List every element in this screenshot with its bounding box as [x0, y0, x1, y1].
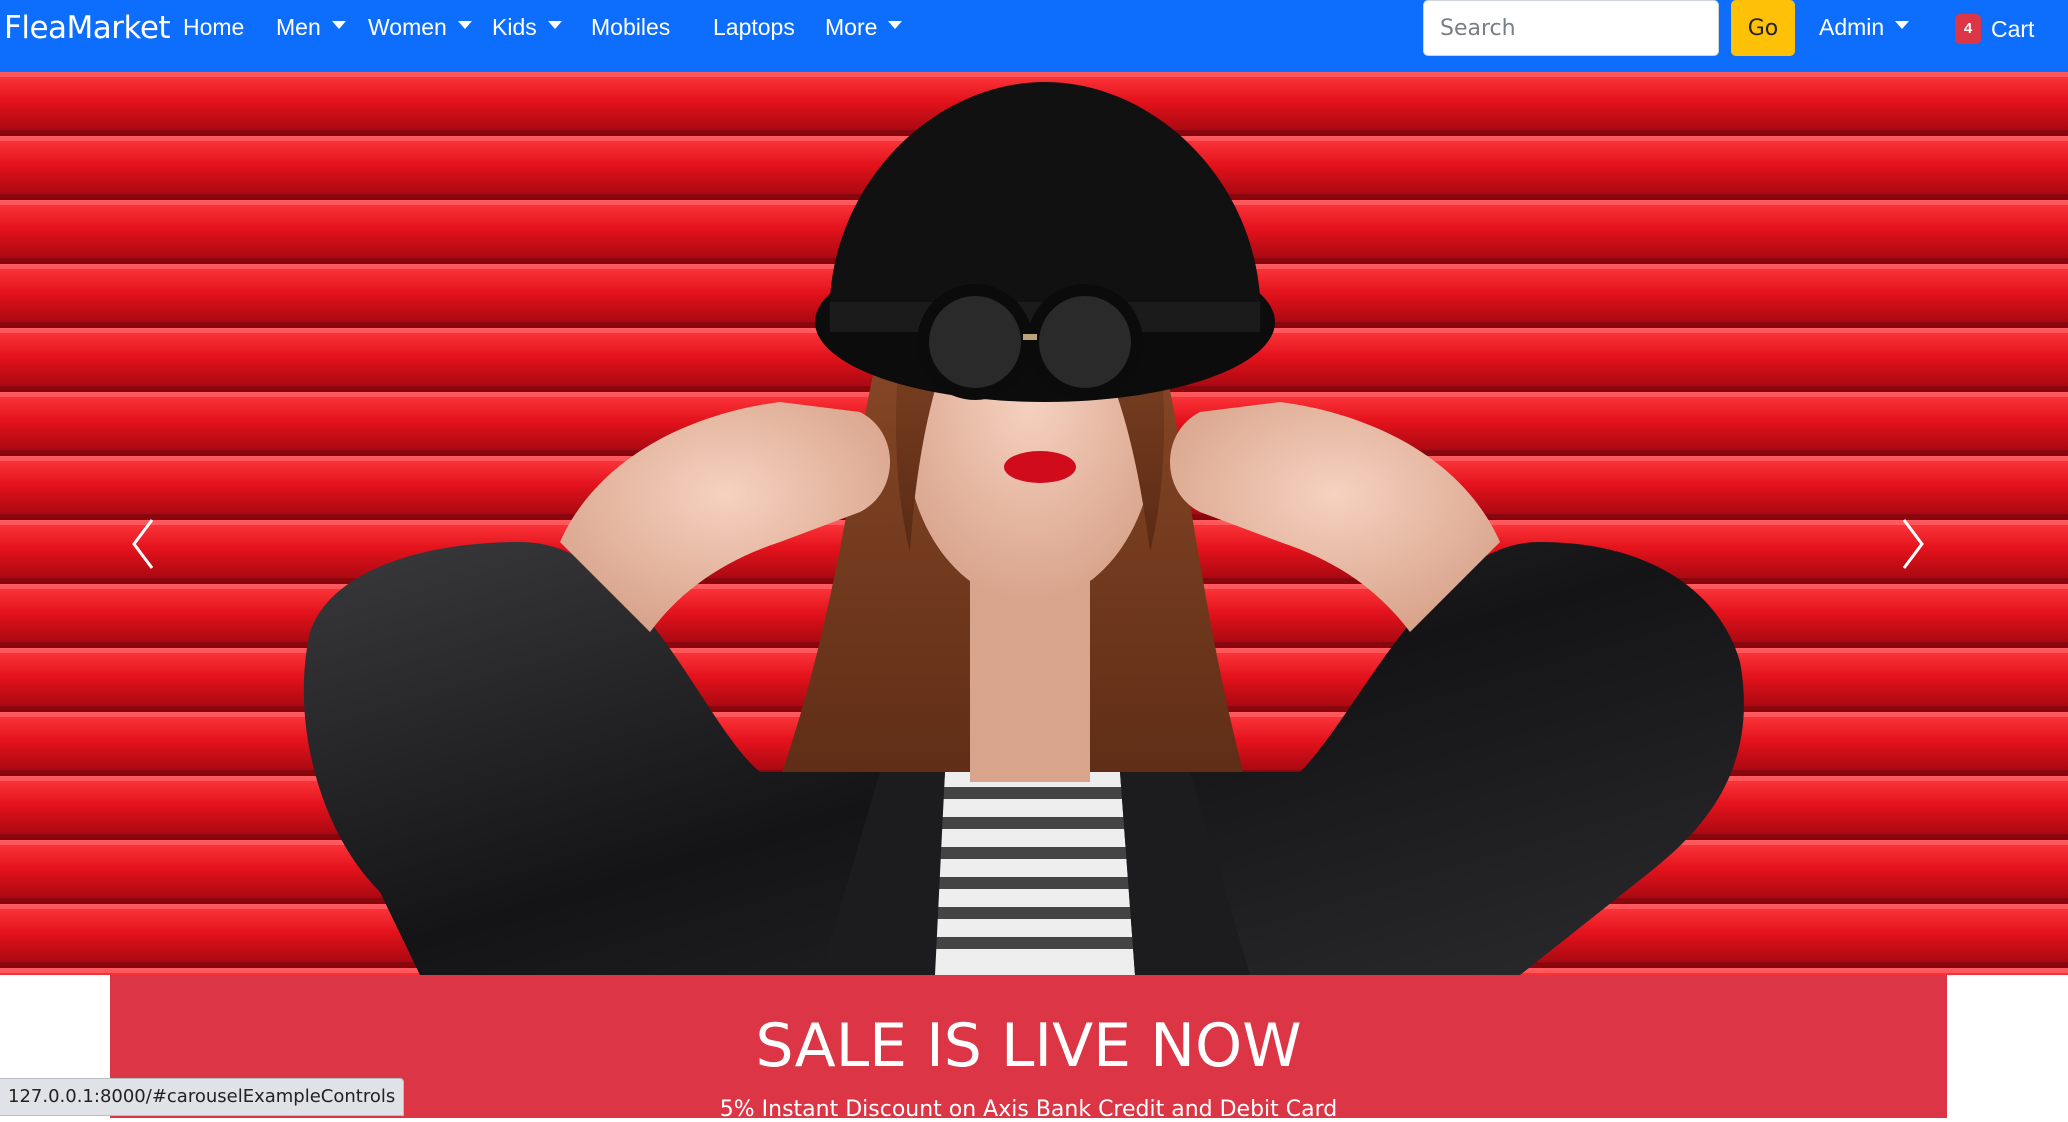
- nav-more-dropdown[interactable]: More: [825, 14, 903, 41]
- caret-down-icon: [547, 20, 562, 29]
- caret-down-icon: [1895, 20, 1910, 29]
- cart-label: Cart: [1991, 15, 2035, 42]
- nav-home[interactable]: Home: [183, 14, 244, 41]
- nav-mobiles-label: Mobiles: [591, 14, 671, 40]
- browser-status-url: 127.0.0.1:8000/#carouselExampleControls: [0, 1078, 405, 1116]
- chevron-left-icon: [132, 519, 154, 569]
- cart-count-badge: 4: [1955, 14, 1981, 44]
- hero-image: [0, 72, 2068, 975]
- nav-kids-dropdown[interactable]: Kids: [492, 14, 562, 41]
- cart-link[interactable]: 4 Cart: [1955, 14, 2034, 44]
- nav-laptops-label: Laptops: [713, 14, 795, 40]
- nav-admin-dropdown[interactable]: Admin: [1819, 14, 1910, 41]
- caret-down-icon: [888, 20, 903, 29]
- nav-admin-label: Admin: [1819, 14, 1885, 40]
- nav-women-dropdown[interactable]: Women: [368, 14, 472, 41]
- carousel-prev-button[interactable]: [113, 504, 173, 584]
- top-navbar: FleaMarket Home Men Women Kids Mobiles L…: [0, 0, 2068, 72]
- nav-women-label: Women: [368, 14, 447, 40]
- sale-title: SALE IS LIVE NOW: [755, 1011, 1302, 1081]
- caret-down-icon: [331, 20, 346, 29]
- go-button[interactable]: Go: [1731, 0, 1795, 56]
- chevron-right-icon: [1902, 519, 1924, 569]
- caret-down-icon: [457, 20, 472, 29]
- nav-men-label: Men: [276, 14, 321, 40]
- nav-men-dropdown[interactable]: Men: [276, 14, 346, 41]
- carousel-next-button[interactable]: [1883, 504, 1943, 584]
- brand-logo[interactable]: FleaMarket: [4, 10, 171, 46]
- nav-kids-label: Kids: [492, 14, 537, 40]
- nav-home-label: Home: [183, 14, 245, 40]
- search-input[interactable]: [1423, 0, 1719, 56]
- nav-laptops[interactable]: Laptops: [713, 14, 795, 41]
- nav-mobiles[interactable]: Mobiles: [591, 14, 670, 41]
- hero-carousel: [0, 72, 2068, 975]
- nav-more-label: More: [825, 14, 878, 40]
